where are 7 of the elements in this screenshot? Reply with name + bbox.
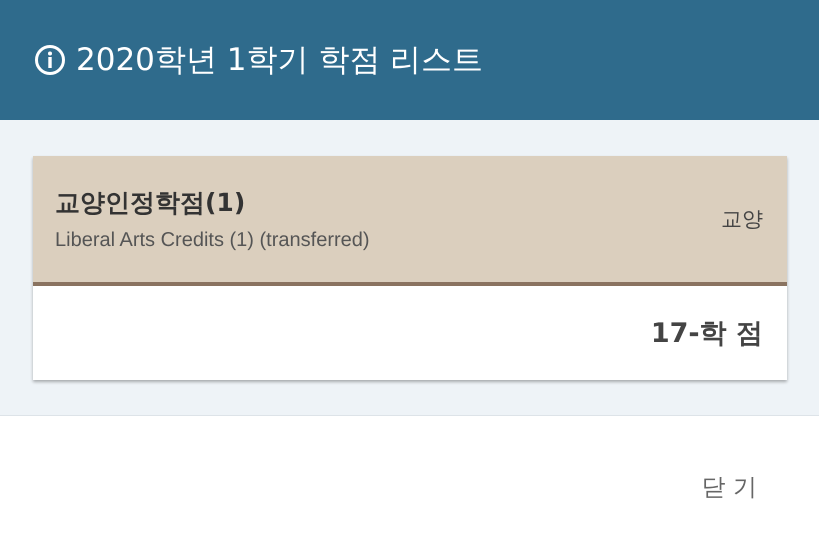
course-category: 교양 — [721, 206, 763, 233]
dialog-title: 2020학년 1학기 학점 리스트 — [76, 41, 484, 80]
info-icon — [34, 44, 66, 76]
credit-count: 17-학 점 — [650, 317, 763, 351]
close-button[interactable]: 닫 기 — [689, 463, 769, 511]
course-name: 교양인정학점(1) — [55, 187, 246, 219]
course-subtitle: Liberal Arts Credits (1) (transferred) — [55, 229, 370, 252]
